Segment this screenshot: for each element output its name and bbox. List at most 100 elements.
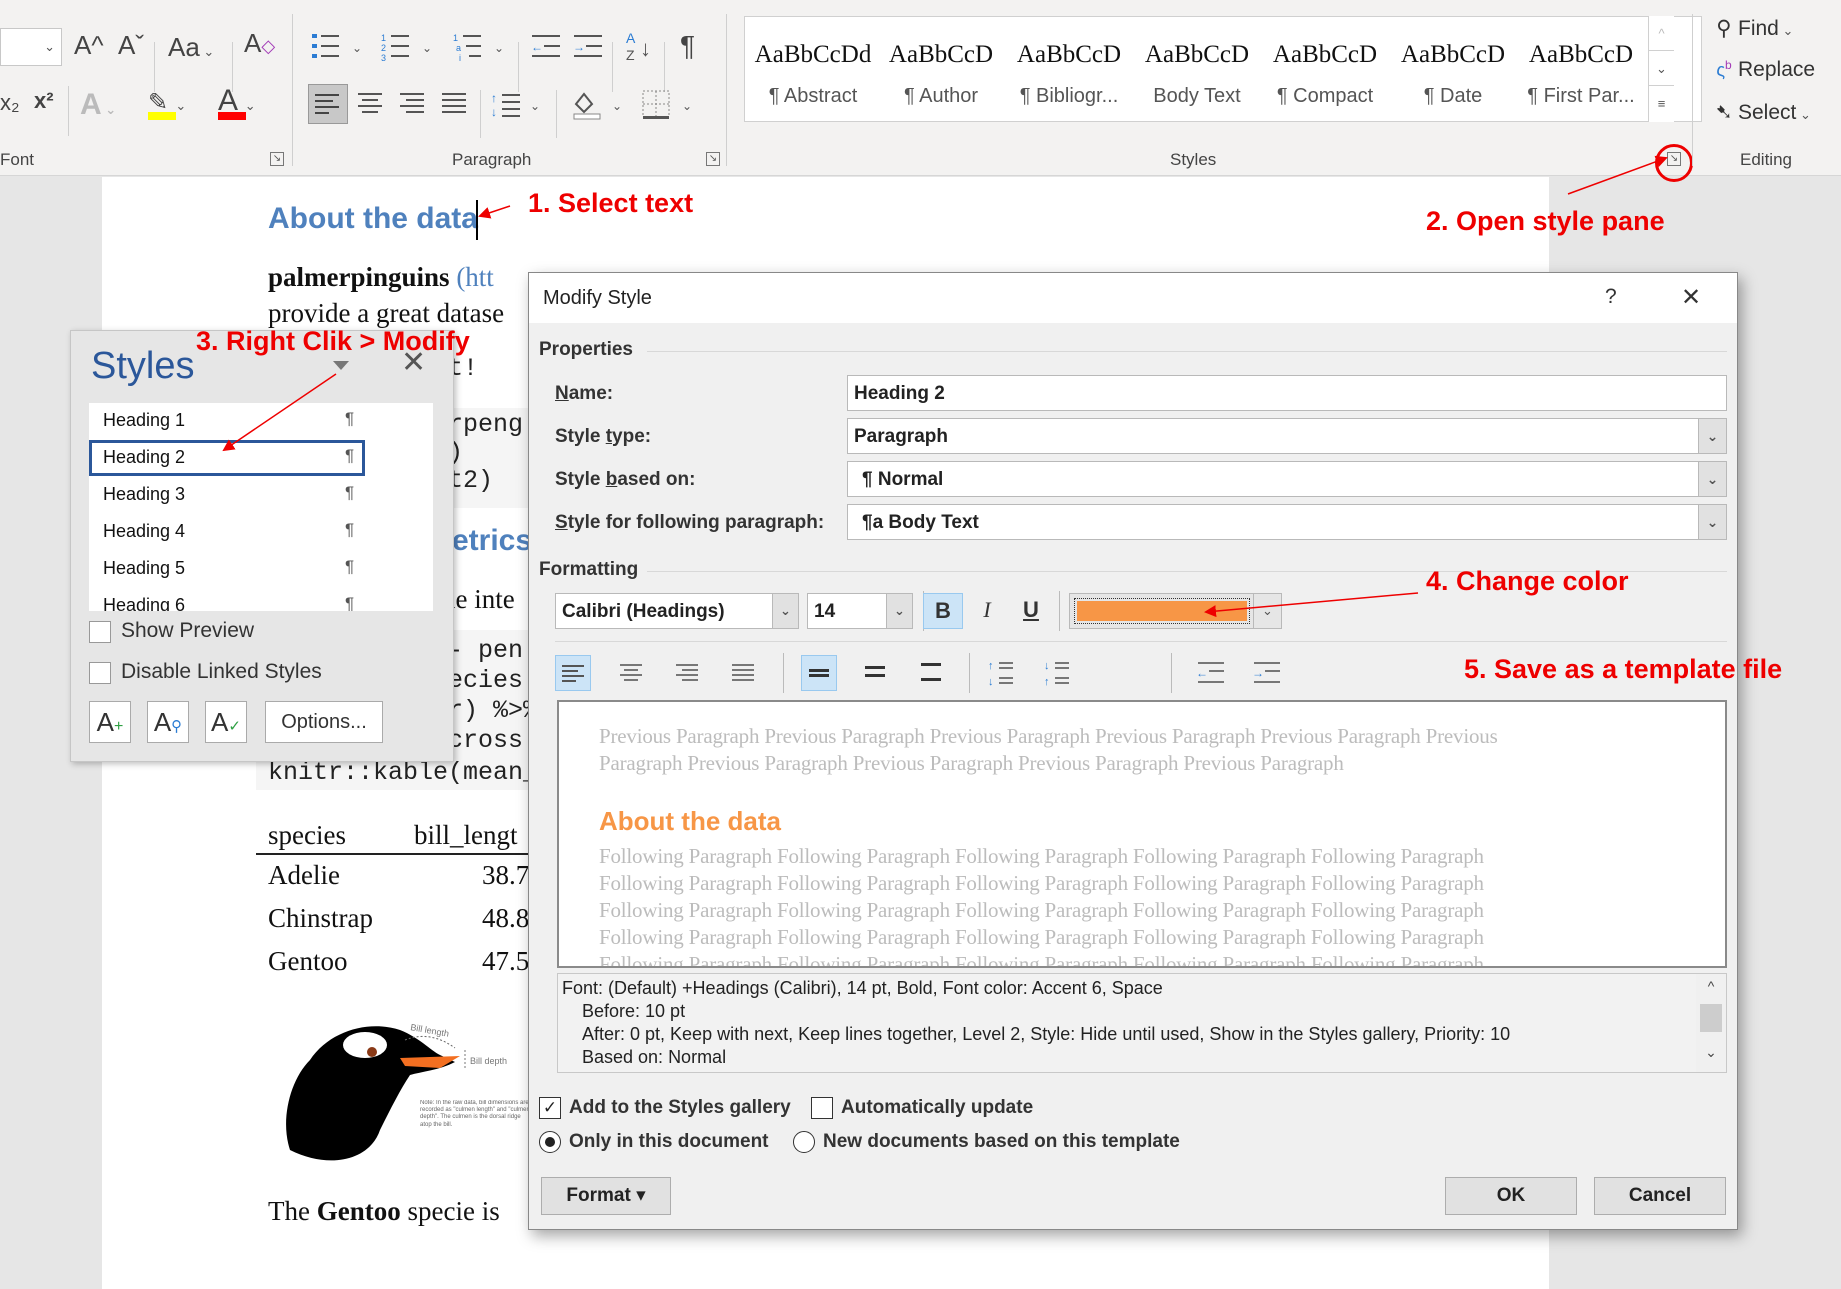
following-paragraph-select[interactable]: ¶a Body Text ⌄ xyxy=(847,504,1727,540)
line-spacing-button[interactable]: ↑ ↓ ⌄ xyxy=(490,86,550,127)
text-effects-button[interactable]: A ⌄ xyxy=(80,90,116,120)
style-inspector-button[interactable]: A⚲ xyxy=(147,701,189,743)
styles-list-item[interactable]: Heading 4 ¶ xyxy=(89,514,365,550)
style-based-on-select[interactable]: ¶ Normal ⌄ xyxy=(847,461,1727,497)
bullets-button[interactable]: ⌄ xyxy=(310,32,370,67)
single-spacing-button[interactable] xyxy=(801,655,837,691)
shading-button[interactable]: ⌄ xyxy=(570,86,630,127)
change-case-button[interactable]: Aa ⌄ xyxy=(168,34,214,60)
one-half-spacing-button[interactable] xyxy=(857,655,893,691)
annotation-step-2: 2. Open style pane xyxy=(1426,206,1665,236)
show-preview-checkbox[interactable] xyxy=(89,621,111,643)
chevron-down-icon[interactable]: ⌄ xyxy=(886,594,912,628)
doc-paragraph-1[interactable]: palmerpinguins (htt xyxy=(268,262,494,293)
increase-indent-button[interactable]: → xyxy=(572,32,606,67)
borders-button[interactable]: ⌄ xyxy=(640,86,700,127)
pane-options-dropdown-icon[interactable] xyxy=(333,361,349,370)
new-documents-template-radio[interactable] xyxy=(793,1131,815,1153)
automatically-update-checkbox[interactable] xyxy=(811,1097,833,1119)
increase-indent-button[interactable]: → xyxy=(1249,655,1285,691)
highlight-button[interactable]: ✎ ⌄ xyxy=(148,88,186,115)
styles-list-item[interactable]: Heading 5 ¶ xyxy=(89,551,365,587)
scroll-thumb[interactable] xyxy=(1700,1004,1722,1032)
underline-button[interactable]: U xyxy=(1013,593,1049,629)
decrease-indent-button[interactable]: ← xyxy=(530,32,564,67)
gallery-scroll-down[interactable]: ⌄ xyxy=(1649,51,1674,86)
font-size-select[interactable]: 14 ⌄ xyxy=(807,593,913,629)
options-button[interactable]: Options... xyxy=(265,701,383,743)
align-center-button[interactable] xyxy=(613,655,649,691)
styles-list-item[interactable]: Heading 1 ¶ xyxy=(89,403,365,439)
align-right-button[interactable] xyxy=(394,84,432,127)
bullets-icon: ⌄ xyxy=(312,34,362,58)
decrease-paragraph-spacing-button[interactable]: ↓ ↑ xyxy=(1041,655,1077,691)
scroll-down-icon[interactable]: ⌄ xyxy=(1696,1044,1726,1061)
font-size-combobox[interactable]: ⌄ xyxy=(0,28,62,66)
align-left-button[interactable] xyxy=(555,655,591,691)
gallery-style-item[interactable]: AaBbCcDd ¶ Abstract xyxy=(749,17,877,121)
double-spacing-button[interactable] xyxy=(913,655,949,691)
package-link[interactable]: (htt xyxy=(456,262,494,292)
replace-button[interactable]: ςb Replace xyxy=(1710,58,1815,82)
only-this-document-radio[interactable] xyxy=(539,1131,561,1153)
justify-button[interactable] xyxy=(436,84,474,127)
doc-heading-about-the-data[interactable]: About the data xyxy=(268,202,478,236)
chevron-down-icon[interactable]: ⌄ xyxy=(772,594,798,628)
styles-list-item[interactable]: Heading 2 ¶ xyxy=(89,440,365,476)
name-input[interactable]: Heading 2 xyxy=(847,375,1727,411)
chevron-down-icon[interactable]: ⌄ xyxy=(1698,419,1726,453)
scroll-up-icon[interactable]: ^ xyxy=(1696,978,1726,994)
dialog-titlebar[interactable]: Modify Style ? ✕ xyxy=(529,273,1737,323)
figure-note-text: Note: In the raw data, bill dimensions a… xyxy=(420,1100,530,1128)
new-style-button[interactable]: A+ xyxy=(89,701,131,743)
grow-font-button[interactable]: A^ xyxy=(74,32,104,58)
description-scrollbar[interactable]: ^ ⌄ xyxy=(1696,974,1726,1072)
align-right-button[interactable] xyxy=(669,655,705,691)
chevron-down-icon[interactable]: ⌄ xyxy=(1698,462,1726,496)
paragraph-dialog-launcher[interactable]: ↘ xyxy=(706,152,720,166)
format-button[interactable]: Format ▾ xyxy=(541,1177,671,1215)
styles-list-item[interactable]: Heading 6 ¶ xyxy=(89,588,365,611)
gallery-style-item[interactable]: AaBbCcD ¶ Compact xyxy=(1261,17,1389,121)
numbering-button[interactable]: 1 2 3 ⌄ xyxy=(380,32,440,67)
close-button[interactable]: ✕ xyxy=(1681,283,1701,312)
multilevel-list-button[interactable]: 1 a i ⌄ xyxy=(452,32,512,67)
shrink-font-button[interactable]: Aˇ xyxy=(118,32,144,58)
add-to-styles-gallery-checkbox[interactable]: ✓ xyxy=(539,1097,561,1119)
ok-button[interactable]: OK xyxy=(1445,1177,1577,1215)
gallery-style-item[interactable]: AaBbCcD ¶ Date xyxy=(1389,17,1517,121)
styles-list-item[interactable]: Heading 3 ¶ xyxy=(89,477,365,513)
font-color-picker[interactable]: ⌄ xyxy=(1069,593,1282,629)
align-left-button[interactable] xyxy=(308,84,348,124)
chevron-down-icon[interactable]: ⌄ xyxy=(1253,594,1281,628)
manage-styles-button[interactable]: A✓ xyxy=(205,701,247,743)
gallery-more-button[interactable]: ≡ xyxy=(1649,86,1674,121)
superscript-button[interactable]: x² xyxy=(34,90,54,112)
increase-paragraph-spacing-button[interactable]: ↑ ↓ xyxy=(985,655,1021,691)
clear-formatting-button[interactable]: A◇ xyxy=(244,30,275,56)
font-name-select[interactable]: Calibri (Headings) ⌄ xyxy=(555,593,799,629)
disable-linked-styles-checkbox[interactable] xyxy=(89,662,111,684)
gallery-scrollbar[interactable]: ^ ⌄ ≡ xyxy=(1648,16,1674,122)
bold-button[interactable]: B xyxy=(923,593,963,629)
justify-button[interactable] xyxy=(725,655,761,691)
sort-button[interactable]: A Z ↓ xyxy=(624,28,658,69)
decrease-indent-button[interactable]: ← xyxy=(1193,655,1229,691)
gallery-style-item[interactable]: AaBbCcD ¶ Bibliogr... xyxy=(1005,17,1133,121)
gallery-style-item[interactable]: AaBbCcD ¶ Author xyxy=(877,17,1005,121)
help-button[interactable]: ? xyxy=(1605,285,1617,309)
gallery-style-item[interactable]: AaBbCcD ¶ First Par... xyxy=(1517,17,1645,121)
align-center-button[interactable] xyxy=(352,84,390,127)
style-type-select[interactable]: Paragraph ⌄ xyxy=(847,418,1727,454)
italic-button[interactable]: I xyxy=(969,593,1005,629)
font-dialog-launcher[interactable]: ↘ xyxy=(270,152,284,166)
select-button[interactable]: ➷ Select ⌄ xyxy=(1710,100,1811,125)
chevron-down-icon[interactable]: ⌄ xyxy=(1698,505,1726,539)
gallery-style-item[interactable]: AaBbCcD Body Text xyxy=(1133,17,1261,121)
subscript-button[interactable]: x₂ xyxy=(0,92,20,114)
find-button[interactable]: ⚲ Find ⌄ xyxy=(1710,16,1793,41)
gallery-scroll-up[interactable]: ^ xyxy=(1649,16,1674,51)
cancel-button[interactable]: Cancel xyxy=(1594,1177,1726,1215)
svg-text:→: → xyxy=(1252,666,1264,680)
show-formatting-marks-button[interactable]: ¶ xyxy=(680,32,695,60)
